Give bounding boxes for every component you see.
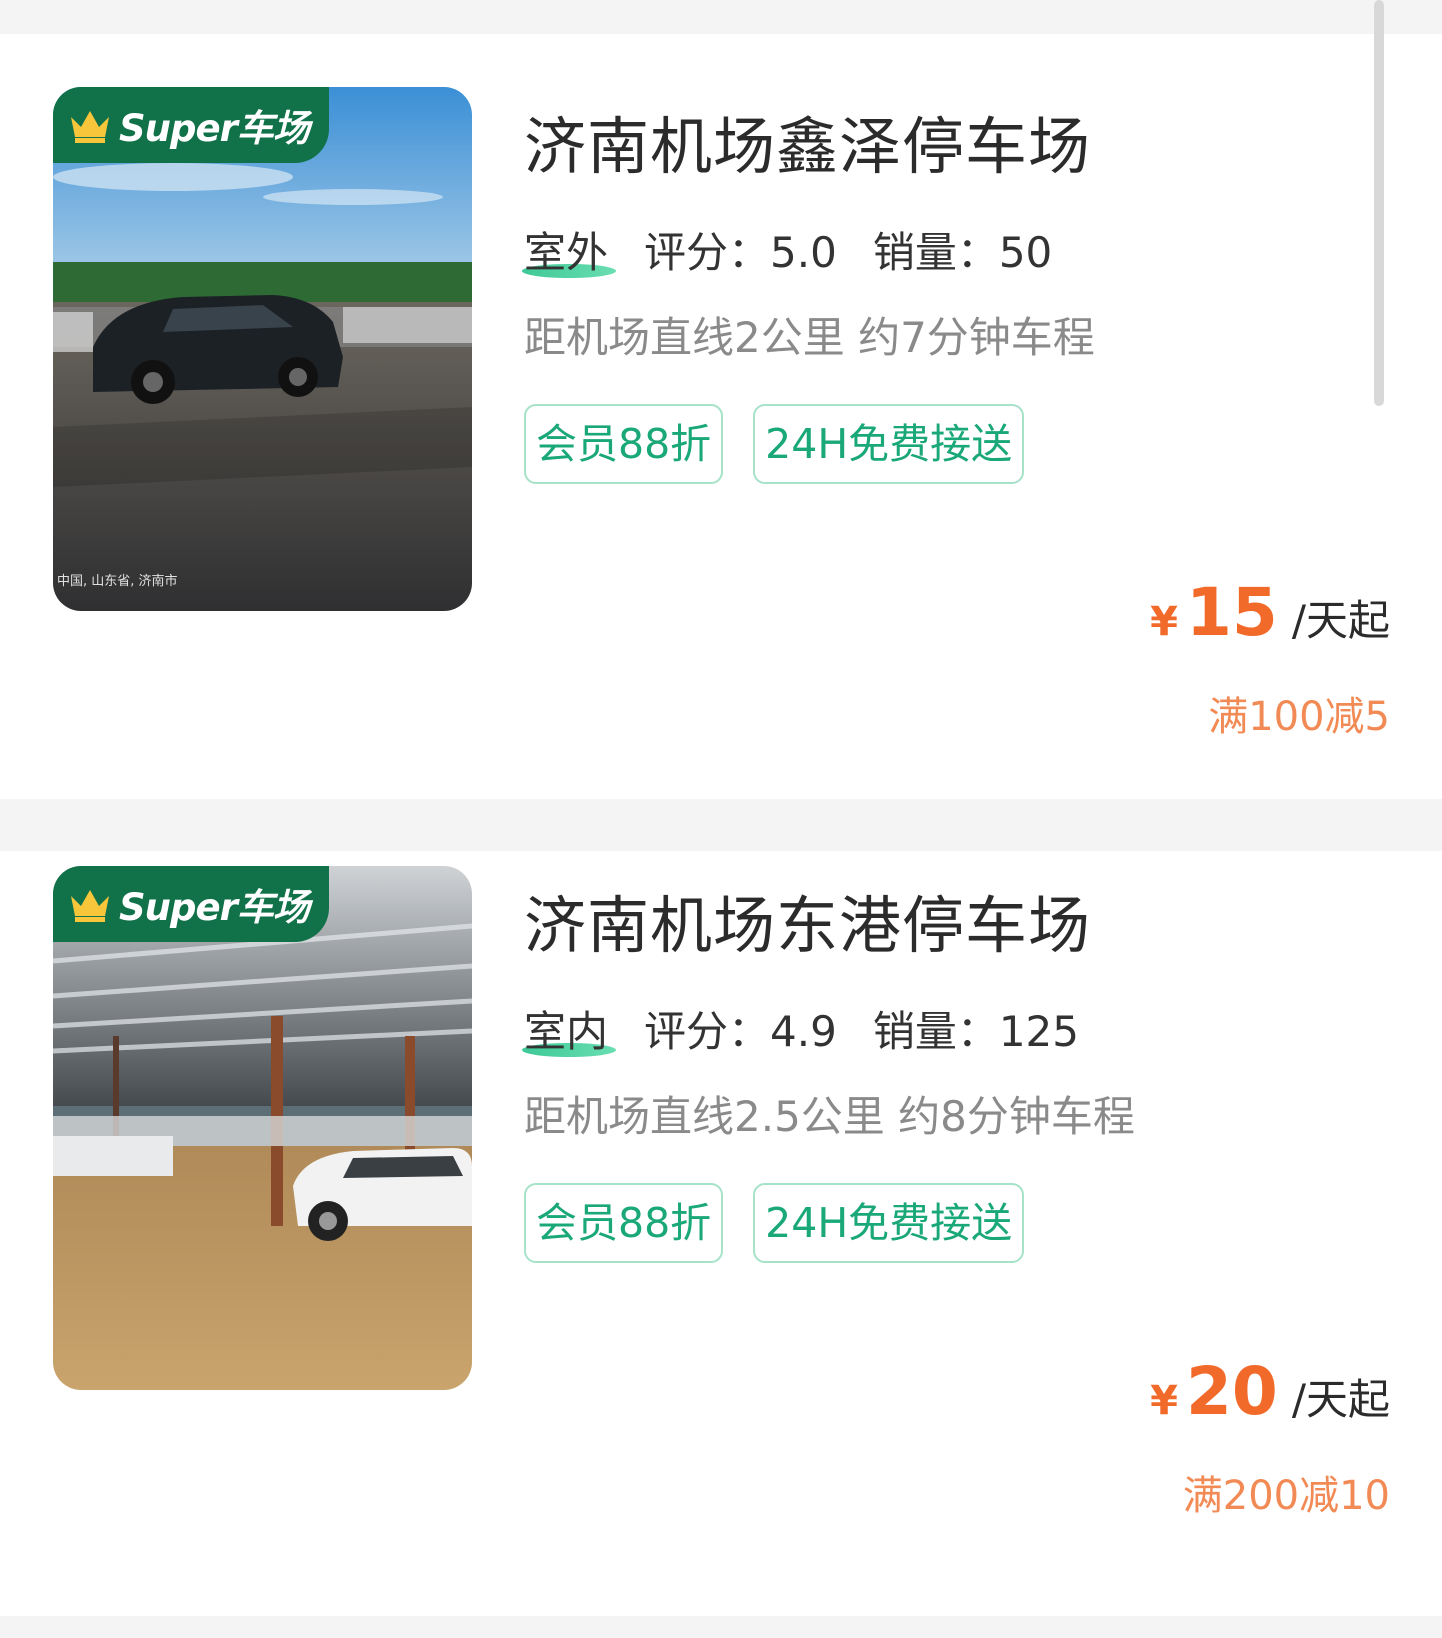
parking-lot-card[interactable]: Super车场 中国, 山东省, 济南市 济南机场鑫泽停车场 室外 评分：5.0… bbox=[0, 34, 1442, 799]
promo-label: 满200减10 bbox=[1182, 1473, 1390, 1519]
environment-label: 室外 bbox=[522, 219, 616, 280]
tag-member-discount: 会员88折 bbox=[524, 1183, 724, 1263]
indoor-parking-image bbox=[53, 866, 472, 1390]
crown-icon bbox=[71, 111, 109, 143]
super-lot-badge: Super车场 bbox=[53, 87, 329, 163]
tag-free-shuttle: 24H免费接送 bbox=[753, 404, 1025, 484]
price-unit: /天起 bbox=[1291, 596, 1390, 645]
parking-lot-title[interactable]: 济南机场东港停车场 bbox=[524, 875, 1091, 965]
price-currency: ¥ bbox=[1150, 599, 1178, 645]
parking-list-page: Super车场 中国, 山东省, 济南市 济南机场鑫泽停车场 室外 评分：5.0… bbox=[0, 0, 1442, 1638]
distance-info: 距机场直线2公里 约7分钟车程 bbox=[524, 313, 1095, 362]
price-value: 20 bbox=[1185, 1353, 1278, 1430]
crown-icon bbox=[71, 890, 109, 922]
rating-label: 评分：4.9 bbox=[644, 1007, 837, 1056]
price-currency: ¥ bbox=[1150, 1378, 1178, 1424]
environment-label: 室内 bbox=[522, 998, 616, 1059]
parking-lot-card[interactable]: Super车场 济南机场东港停车场 室内 评分：4.9 销量：125 距机场直线2… bbox=[0, 851, 1442, 1616]
promo-label: 满100减5 bbox=[1208, 694, 1390, 740]
outdoor-parking-image bbox=[53, 87, 472, 611]
tag-member-discount: 会员88折 bbox=[524, 404, 724, 484]
parking-lot-photo[interactable]: Super车场 bbox=[53, 866, 472, 1390]
feature-tags: 会员88折 24H免费接送 bbox=[524, 1183, 1025, 1263]
sales-label: 销量：50 bbox=[872, 228, 1053, 277]
parking-lot-title[interactable]: 济南机场鑫泽停车场 bbox=[524, 96, 1091, 186]
price-value: 15 bbox=[1185, 574, 1278, 651]
sales-label: 销量：125 bbox=[872, 1007, 1079, 1056]
feature-tags: 会员88折 24H免费接送 bbox=[524, 404, 1025, 484]
photo-location-watermark: 中国, 山东省, 济南市 bbox=[57, 574, 178, 589]
parking-lot-photo[interactable]: Super车场 中国, 山东省, 济南市 bbox=[53, 87, 472, 611]
distance-info: 距机场直线2.5公里 约8分钟车程 bbox=[524, 1092, 1135, 1141]
price-unit: /天起 bbox=[1291, 1375, 1390, 1424]
parking-lot-meta: 室外 评分：5.0 销量：50 bbox=[522, 219, 1053, 280]
scrollbar[interactable] bbox=[1374, 0, 1384, 406]
super-lot-badge: Super车场 bbox=[53, 866, 329, 942]
price-block: ¥ 15 /天起 bbox=[1150, 574, 1390, 651]
tag-free-shuttle: 24H免费接送 bbox=[753, 1183, 1025, 1263]
badge-label: Super车场 bbox=[119, 107, 310, 150]
rating-label: 评分：5.0 bbox=[644, 228, 837, 277]
parking-lot-meta: 室内 评分：4.9 销量：125 bbox=[522, 998, 1079, 1059]
price-block: ¥ 20 /天起 bbox=[1150, 1353, 1390, 1430]
badge-label: Super车场 bbox=[119, 886, 310, 929]
